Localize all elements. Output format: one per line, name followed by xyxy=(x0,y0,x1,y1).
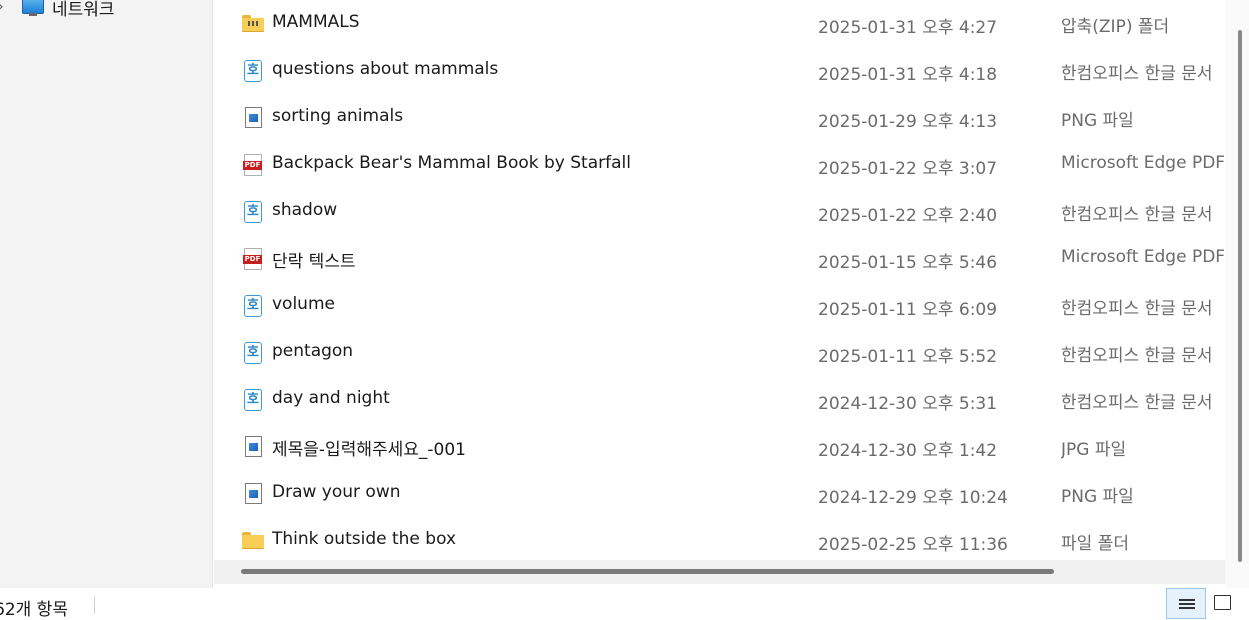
status-divider xyxy=(94,596,95,614)
file-row[interactable]: Think outside the box 2025-02-25 오후 11:36… xyxy=(214,518,1224,560)
hwp-document-icon: 호 xyxy=(242,389,264,411)
file-type: 파일 폴더 xyxy=(1061,534,1129,554)
file-type: 한컴오피스 한글 문서 xyxy=(1061,393,1213,413)
file-row[interactable]: PDF Backpack Bear's Mammal Book by Starfa… xyxy=(214,142,1224,188)
file-name: Think outside the box xyxy=(272,529,457,549)
nav-item-network[interactable]: › 네트워크 xyxy=(0,0,115,20)
hwp-document-icon: 호 xyxy=(242,295,264,317)
navigation-pane: › 네트워크 xyxy=(0,0,212,588)
pane-divider[interactable] xyxy=(212,0,213,588)
file-row[interactable]: Draw your own 2024-12-29 오후 10:24 PNG 파일 xyxy=(214,471,1224,517)
horizontal-scrollbar-thumb[interactable] xyxy=(241,569,1054,574)
file-date-modified: 2025-01-11 오후 5:52 xyxy=(818,347,998,367)
pdf-file-icon: PDF xyxy=(242,248,264,270)
hwp-document-icon: 호 xyxy=(242,342,264,364)
file-row[interactable]: PDF 단락 텍스트 2025-01-15 오후 5:46 Microsoft Edg… xyxy=(214,236,1224,282)
pdf-file-icon: PDF xyxy=(242,154,264,176)
large-icons-view-icon xyxy=(1214,595,1231,610)
file-row[interactable]: 호 volume 2025-01-11 오후 6:09 한컴오피스 한글 문서 xyxy=(214,283,1224,329)
vertical-scrollbar-thumb[interactable] xyxy=(1238,30,1242,562)
file-name: MAMMALS xyxy=(272,12,360,32)
file-row[interactable]: MAMMALS 2025-01-31 오후 4:27 압축(ZIP) 폴더 xyxy=(214,1,1224,47)
details-view-button[interactable] xyxy=(1166,588,1206,619)
file-name: day and night xyxy=(272,388,390,408)
file-row[interactable]: 호 questions about mammals 2025-01-31 오후 4:… xyxy=(214,48,1224,94)
file-date-modified: 2025-01-29 오후 4:13 xyxy=(818,112,998,132)
image-file-icon xyxy=(242,107,264,129)
file-type: Microsoft Edge PDF xyxy=(1061,153,1224,173)
file-name: volume xyxy=(272,294,335,314)
zip-folder-icon xyxy=(242,13,264,35)
file-type: PNG 파일 xyxy=(1061,111,1134,131)
file-date-modified: 2024-12-29 오후 10:24 xyxy=(818,488,1008,508)
file-date-modified: 2024-12-30 오후 1:42 xyxy=(818,441,998,461)
file-date-modified: 2025-01-11 오후 6:09 xyxy=(818,300,998,320)
file-row[interactable]: sorting animals 2025-01-29 오후 4:13 PNG 파일 xyxy=(214,95,1224,141)
item-count: 62개 항목 xyxy=(0,600,68,620)
file-type: JPG 파일 xyxy=(1061,440,1127,460)
file-row[interactable]: 호 shadow 2025-01-22 오후 2:40 한컴오피스 한글 문서 xyxy=(214,189,1224,235)
hwp-document-icon: 호 xyxy=(242,60,264,82)
file-name: 제목을-입력해주세요_-001 xyxy=(272,440,466,460)
file-type: PNG 파일 xyxy=(1061,487,1134,507)
status-bar xyxy=(0,588,1249,619)
file-name: questions about mammals xyxy=(272,59,499,79)
hwp-document-icon: 호 xyxy=(242,201,264,223)
file-type: 한컴오피스 한글 문서 xyxy=(1061,346,1213,366)
file-date-modified: 2025-01-22 오후 2:40 xyxy=(818,206,998,226)
file-name: Backpack Bear's Mammal Book by Starfall xyxy=(272,153,631,173)
chevron-right-icon[interactable]: › xyxy=(0,0,12,15)
file-date-modified: 2025-01-15 오후 5:46 xyxy=(818,253,998,273)
details-view-icon xyxy=(1179,599,1195,611)
file-row[interactable]: 호 day and night 2024-12-30 오후 5:31 한컴오피스 한글… xyxy=(214,377,1224,423)
nav-item-network-label: 네트워크 xyxy=(52,0,115,20)
file-type: Microsoft Edge PDF xyxy=(1061,247,1224,267)
file-date-modified: 2025-01-22 오후 3:07 xyxy=(818,159,998,179)
file-name: shadow xyxy=(272,200,338,220)
file-name: Draw your own xyxy=(272,482,401,502)
vertical-scrollbar[interactable] xyxy=(1225,0,1249,588)
file-row[interactable]: 제목을-입력해주세요_-001 2024-12-30 오후 1:42 JPG 파일 xyxy=(214,424,1224,470)
file-date-modified: 2025-02-25 오후 11:36 xyxy=(818,535,1008,555)
file-list: MAMMALS 2025-01-31 오후 4:27 압축(ZIP) 폴더호 ques… xyxy=(214,0,1224,560)
file-row[interactable]: 호 pentagon 2025-01-11 오후 5:52 한컴오피스 한글 문서 xyxy=(214,330,1224,376)
image-file-icon xyxy=(242,436,264,458)
image-file-icon xyxy=(242,483,264,505)
file-name: sorting animals xyxy=(272,106,404,126)
file-date-modified: 2025-01-31 오후 4:27 xyxy=(818,18,998,38)
folder-icon xyxy=(242,530,264,552)
file-date-modified: 2025-01-31 오후 4:18 xyxy=(818,65,998,85)
file-date-modified: 2024-12-30 오후 5:31 xyxy=(818,394,998,414)
network-icon xyxy=(22,0,44,16)
file-type: 압축(ZIP) 폴더 xyxy=(1061,17,1170,37)
large-icons-view-button[interactable] xyxy=(1208,588,1240,619)
file-type: 한컴오피스 한글 문서 xyxy=(1061,205,1213,225)
file-name: 단락 텍스트 xyxy=(272,252,356,272)
file-type: 한컴오피스 한글 문서 xyxy=(1061,64,1213,84)
file-name: pentagon xyxy=(272,341,354,361)
file-type: 한컴오피스 한글 문서 xyxy=(1061,299,1213,319)
